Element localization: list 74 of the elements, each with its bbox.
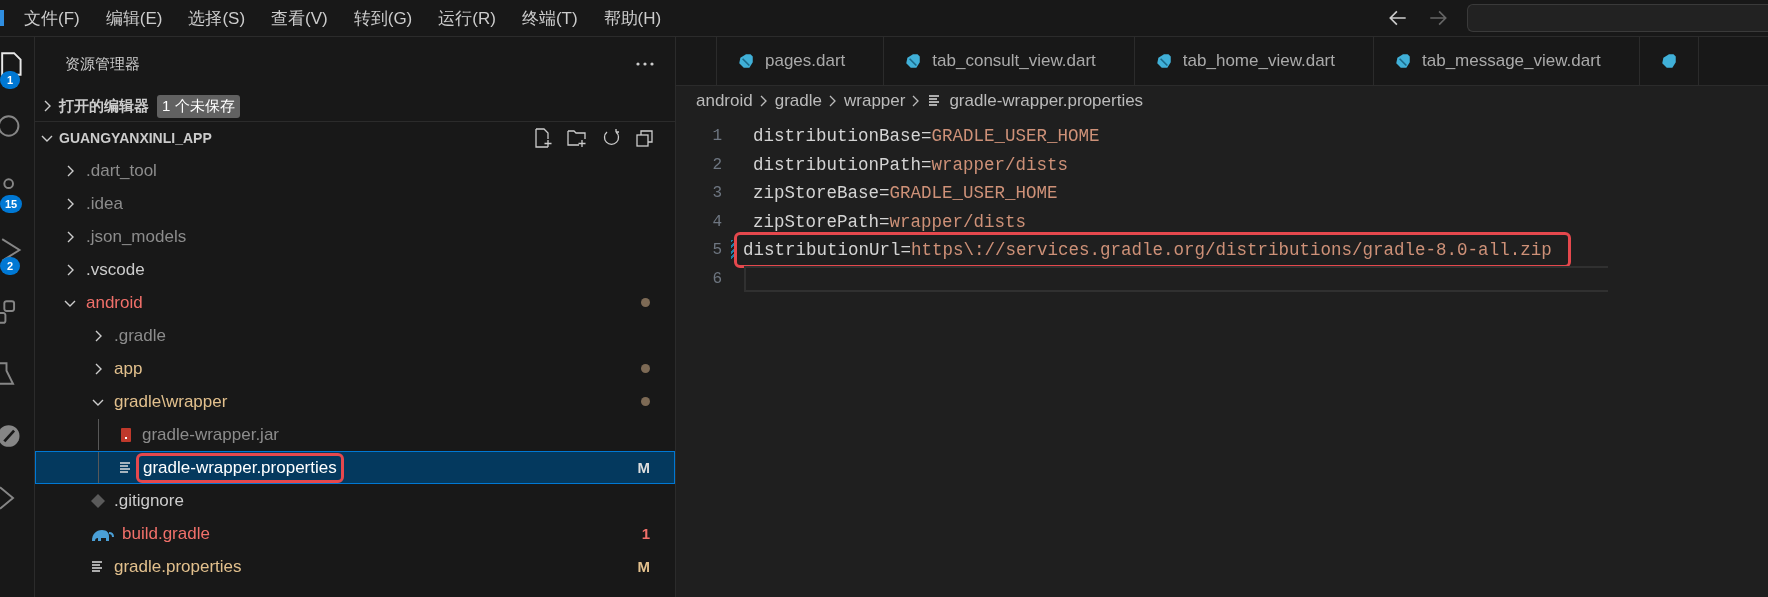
file-tree-item[interactable]: .json_models xyxy=(86,226,187,247)
more-icon[interactable] xyxy=(635,61,655,67)
unsaved-badge: 1 个未保存 xyxy=(157,94,240,118)
file-tree-item[interactable]: gradle\wrapper xyxy=(114,391,228,412)
menu-item[interactable]: 运行(R) xyxy=(438,6,496,30)
status-dot xyxy=(641,364,650,373)
editor-tab[interactable]: tab_consult_view.dart xyxy=(884,37,1135,85)
code-value: GRADLE_USER_HOME xyxy=(931,126,1100,147)
status-dot xyxy=(641,298,650,307)
file-tree-item[interactable]: .gradle xyxy=(114,325,166,346)
notification-badge: 2 xyxy=(0,257,20,275)
line-number: 1 xyxy=(711,127,722,146)
line-number: 6 xyxy=(711,269,722,288)
notification-badge: 1 xyxy=(0,71,20,89)
command-search-field[interactable] xyxy=(1467,4,1768,32)
dart-icon xyxy=(1154,52,1173,70)
file-tree-item[interactable]: gradle-wrapper.jar xyxy=(142,424,279,445)
code-key: zipStorePath= xyxy=(753,211,890,232)
code-value: wrapper/dists xyxy=(889,211,1027,232)
editor-tab[interactable]: tab_message_view.dart xyxy=(1374,37,1640,85)
line-number: 2 xyxy=(711,155,722,174)
editor-tab[interactable]: pages.dart xyxy=(717,37,885,85)
notification-badge: 15 xyxy=(0,195,23,213)
breadcrumb-item[interactable]: android xyxy=(696,91,753,111)
sidebar-title: 资源管理器 xyxy=(65,54,140,74)
project-header[interactable]: GUANGYANXINLI_APP xyxy=(59,130,212,146)
git-status-label: M xyxy=(637,558,650,575)
code-value: wrapper/dists xyxy=(931,154,1069,175)
collapse-all-icon[interactable] xyxy=(635,128,655,148)
dart-icon xyxy=(1659,52,1678,70)
file-icon xyxy=(118,426,134,443)
git-status-label: M xyxy=(637,459,650,476)
menu-item[interactable]: 转到(G) xyxy=(353,6,413,30)
menu-item[interactable]: 查看(V) xyxy=(271,6,328,30)
code-key: zipStoreBase= xyxy=(753,183,890,204)
dart-icon xyxy=(904,52,923,70)
code-value: https\://services.gradle.org/distributions/gradle-8.0-all.zip xyxy=(911,240,1552,261)
editor-tab[interactable]: tab_home_view.dart xyxy=(1134,37,1374,85)
chevron-right-icon xyxy=(828,93,838,109)
menu-item[interactable]: 选择(S) xyxy=(188,6,246,30)
file-tree-item[interactable]: .gitignore xyxy=(114,490,184,511)
file-tree-item[interactable]: .dart_tool xyxy=(86,160,157,181)
breadcrumb-item[interactable]: gradle xyxy=(774,91,822,111)
new-folder-icon[interactable] xyxy=(567,128,587,148)
code-key: distributionUrl= xyxy=(743,240,912,261)
code-value: GRADLE_USER_HOME xyxy=(889,183,1058,204)
code-key: distributionBase= xyxy=(753,126,932,147)
section-header[interactable]: 打开的编辑器 xyxy=(59,96,149,116)
file-tree-item[interactable]: app xyxy=(114,358,143,379)
menu-item[interactable]: 终端(T) xyxy=(521,6,578,30)
app-logo-icon xyxy=(0,10,4,26)
status-dot xyxy=(641,397,650,406)
file-tree-item[interactable]: .idea xyxy=(86,193,123,214)
file-tree-item[interactable]: .vscode xyxy=(86,259,145,280)
line-number: 3 xyxy=(711,184,722,203)
git-status-label: 1 xyxy=(641,525,650,542)
line-number: 4 xyxy=(711,212,722,231)
new-file-icon[interactable] xyxy=(533,128,553,148)
file-tree-item[interactable]: android xyxy=(86,292,143,313)
diamond-icon xyxy=(90,492,106,509)
menu-item[interactable]: 文件(F) xyxy=(24,6,80,30)
menu-item[interactable]: 帮助(H) xyxy=(603,6,662,30)
file-tree-item[interactable]: build.gradle xyxy=(122,523,210,544)
line-number: 5 xyxy=(711,241,722,260)
dart-icon xyxy=(1394,52,1412,70)
menu-item[interactable]: 编辑(E) xyxy=(105,6,163,30)
refresh-icon[interactable] xyxy=(601,128,621,148)
code-key: distributionPath= xyxy=(753,154,932,175)
breadcrumb-item[interactable]: wrapper xyxy=(844,91,906,111)
breadcrumb-item[interactable]: gradle-wrapper.properties xyxy=(949,91,1144,111)
dart-icon xyxy=(737,52,755,70)
chevron-right-icon xyxy=(758,93,769,109)
file-tree-item[interactable]: gradle.properties xyxy=(114,556,242,577)
file-tree-item[interactable]: gradle-wrapper.properties xyxy=(143,457,337,477)
